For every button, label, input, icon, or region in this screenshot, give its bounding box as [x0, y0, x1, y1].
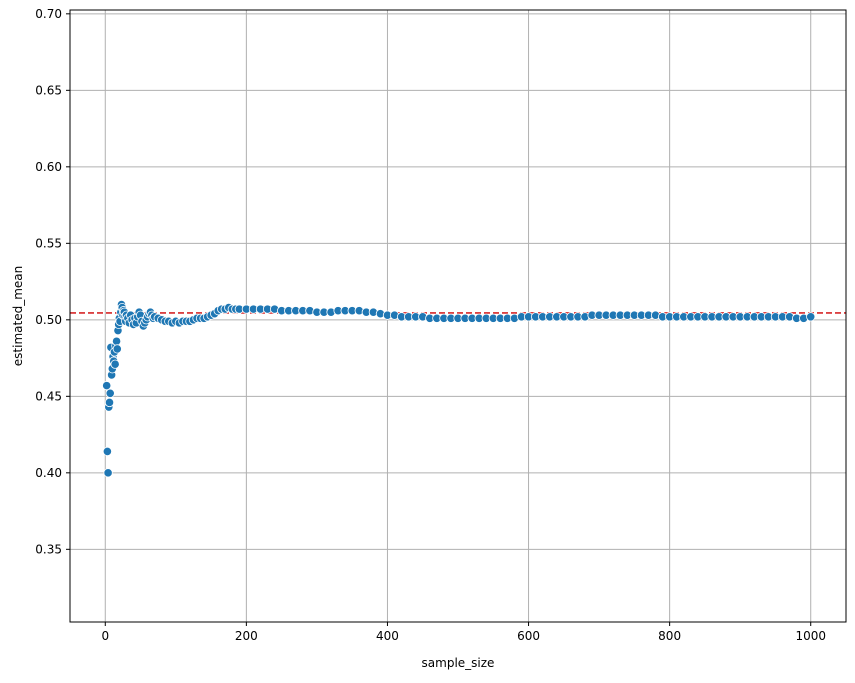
- y-tick-label: 0.55: [35, 236, 62, 250]
- y-tick-label: 0.70: [35, 7, 62, 21]
- data-point: [112, 344, 122, 354]
- data-point: [104, 397, 115, 408]
- x-tick-label: 600: [517, 629, 540, 643]
- scatter-chart: 0 200 400 600 800 1000 0.350.400.450.500.550.…: [11, 7, 847, 670]
- y-tick-label: 0.35: [35, 542, 62, 556]
- y-axis-label: estimated_mean: [11, 266, 25, 366]
- chart-container: 0 200 400 600 800 1000 0.35 0.40 0.45 0.50 0.55 0.…: [0, 0, 855, 679]
- y-tick-label: 0.50: [35, 313, 62, 327]
- x-axis-label: sample_size: [422, 656, 495, 670]
- x-tick-label: 200: [235, 629, 258, 643]
- x-axis-ticks: 0 200 400 600 800 1000: [101, 622, 826, 643]
- data-point: [110, 359, 120, 369]
- y-axis-ticks: 0.35 0.40 0.45 0.50 0.55 0.60 0.65 0.70: [35, 7, 70, 556]
- y-tick-label: 0.65: [35, 83, 62, 97]
- x-tick-label: 0: [101, 629, 109, 643]
- x-tick-label: 1000: [795, 629, 826, 643]
- data-points: [102, 299, 816, 478]
- data-point: [102, 446, 112, 457]
- data-point: [806, 312, 816, 322]
- y-tick-label: 0.60: [35, 160, 62, 174]
- data-point: [102, 381, 112, 391]
- y-tick-label: 0.40: [35, 466, 62, 480]
- data-point: [111, 336, 122, 346]
- y-tick-label: 0.45: [35, 389, 62, 403]
- x-tick-label: 400: [376, 629, 399, 643]
- data-point: [105, 388, 115, 398]
- x-tick-label: 800: [658, 629, 681, 643]
- data-point: [103, 468, 113, 478]
